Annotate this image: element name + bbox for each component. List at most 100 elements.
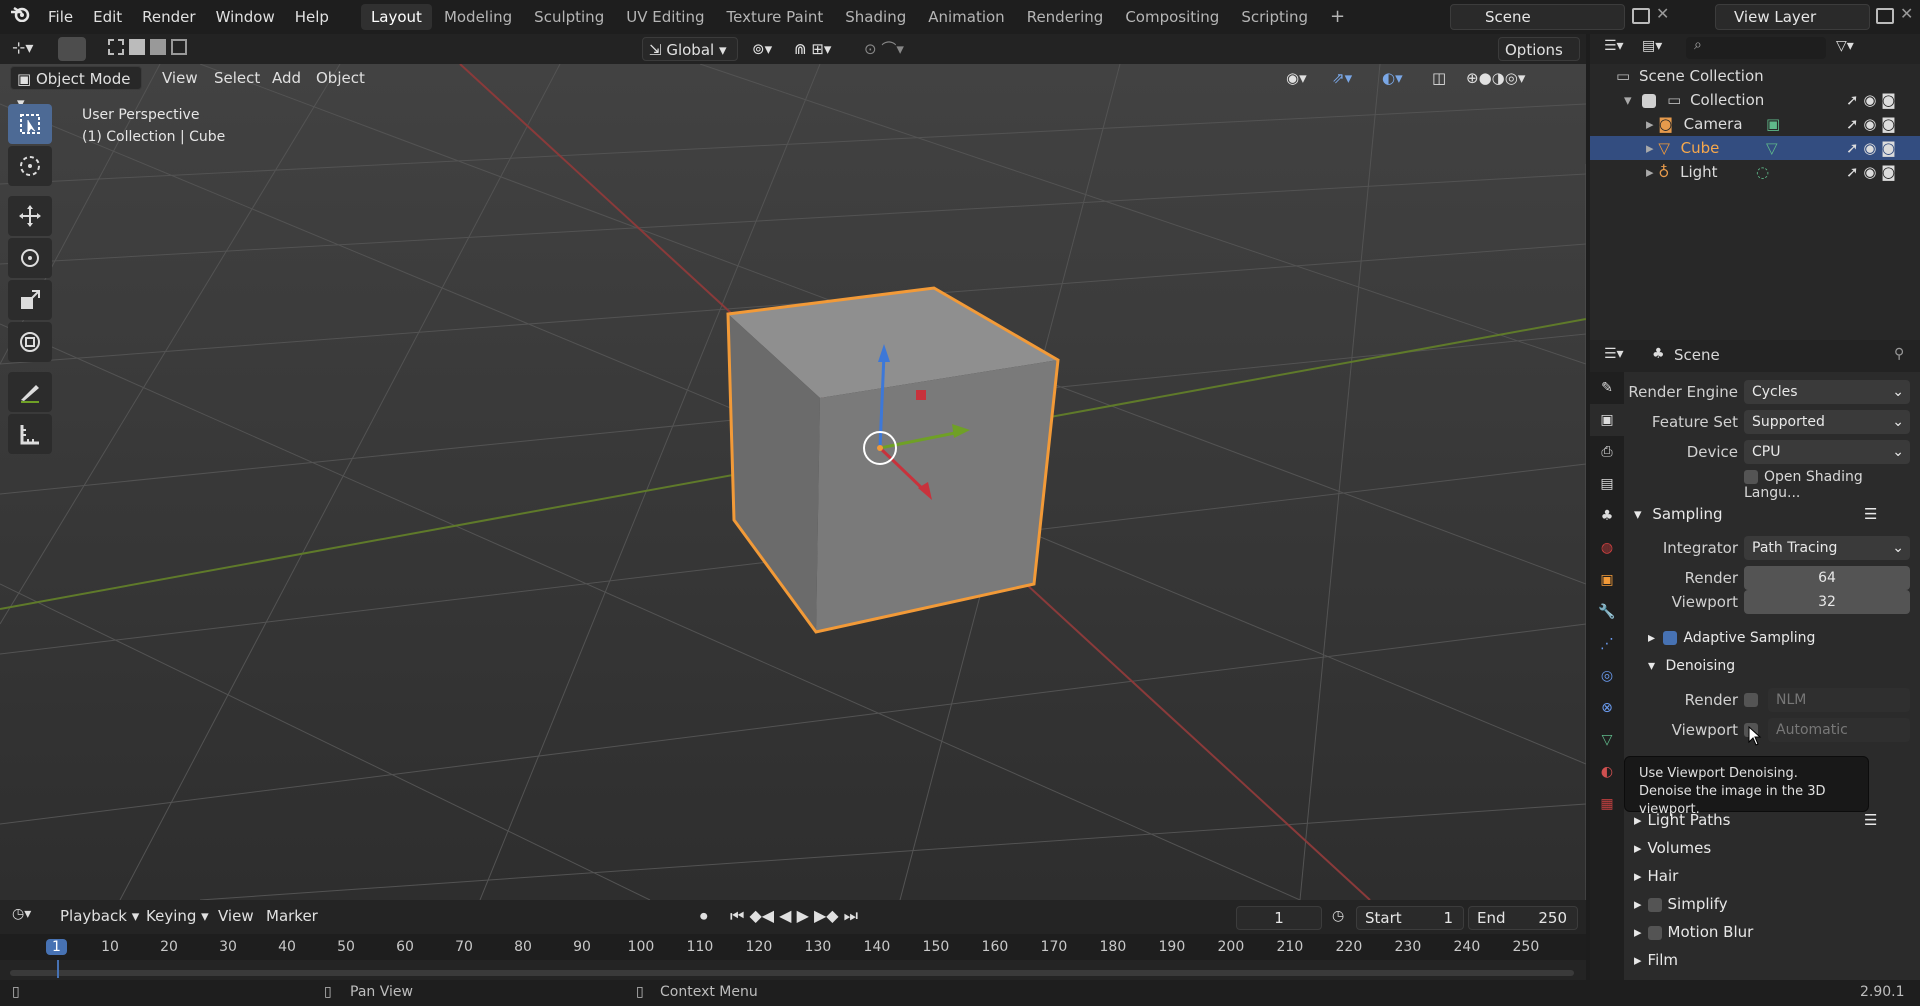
filter-icon[interactable]: ▽▾ bbox=[1836, 38, 1854, 54]
blender-logo-icon[interactable] bbox=[0, 0, 38, 34]
outliner-camera[interactable]: ▸ ◙ Camera ▣ ➚ ◉ ◙ bbox=[1590, 112, 1920, 136]
menu-help[interactable]: Help bbox=[285, 0, 339, 34]
presets-icon[interactable]: ☰ bbox=[1864, 806, 1877, 834]
volumes-panel-header[interactable]: ▸ Volumes bbox=[1624, 834, 1920, 862]
selection-mode-icons[interactable] bbox=[108, 39, 220, 59]
overlays-icon[interactable]: ◐▾ bbox=[1376, 66, 1409, 90]
physics-tab-icon[interactable]: ◎ bbox=[1590, 660, 1624, 692]
workspace-tab[interactable]: Scripting bbox=[1231, 4, 1318, 30]
transform-orientation-dropdown[interactable]: ⇲ Global ▾ bbox=[642, 37, 738, 61]
denoise-viewport-dropdown[interactable]: Automatic bbox=[1768, 718, 1910, 742]
light-paths-panel-header[interactable]: ▸ Light Paths ☰ bbox=[1624, 806, 1920, 834]
editor-type-icon[interactable]: ◷▾ bbox=[12, 906, 31, 922]
close-icon[interactable]: ✕ bbox=[1656, 4, 1669, 23]
shading-modes-icon[interactable]: ⊕●◑◎▾ bbox=[1460, 66, 1531, 90]
texture-tab-icon[interactable]: ▦ bbox=[1590, 788, 1624, 820]
playback-menu[interactable]: Playback ▾ bbox=[54, 904, 145, 928]
gizmo-toggle-icon[interactable]: ⇗▾ bbox=[1326, 66, 1358, 90]
denoise-render-dropdown[interactable]: NLM bbox=[1768, 688, 1910, 712]
options-dropdown[interactable]: Options ▾ bbox=[1498, 37, 1580, 83]
horizontal-scrollbar[interactable] bbox=[10, 970, 1574, 976]
measure-icon[interactable] bbox=[8, 414, 52, 454]
workspace-tab[interactable]: Layout bbox=[360, 4, 432, 30]
adaptive-sampling-subpanel[interactable]: ▸ Adaptive Sampling bbox=[1624, 624, 1920, 652]
clock-icon[interactable]: ◷ bbox=[1332, 908, 1344, 924]
3d-viewport[interactable]: User Perspective (1) Collection | Cube bbox=[0, 64, 1586, 900]
viewport-samples-field[interactable]: 32 bbox=[1744, 590, 1910, 614]
collection-checkbox[interactable] bbox=[1642, 93, 1657, 108]
particles-tab-icon[interactable]: ⋰ bbox=[1590, 628, 1624, 660]
proportional-edit-icon[interactable]: ⊙ ⌒▾ bbox=[858, 37, 910, 61]
outliner-scene-collection[interactable]: ▭ Scene Collection bbox=[1590, 64, 1920, 88]
denoising-subpanel[interactable]: ▾ Denoising bbox=[1624, 652, 1920, 680]
view-menu[interactable]: View bbox=[156, 66, 204, 90]
add-workspace-icon[interactable]: + bbox=[1320, 4, 1355, 30]
integrator-dropdown[interactable]: Path Tracing ⌄ bbox=[1744, 536, 1910, 560]
workspace-tab[interactable]: UV Editing bbox=[616, 4, 714, 30]
expand-icon[interactable]: ▸ bbox=[1646, 163, 1654, 181]
sampling-panel-header[interactable]: ▾ Sampling ☰ bbox=[1624, 500, 1920, 528]
mode-dropdown[interactable]: ▣ Object Mode ▾ bbox=[10, 66, 142, 112]
output-tab-icon[interactable]: ⎙ bbox=[1590, 436, 1624, 468]
modifier-tab-icon[interactable]: 🔧 bbox=[1590, 596, 1624, 628]
motion-blur-panel-header[interactable]: ▸ Motion Blur bbox=[1624, 918, 1920, 946]
outliner-collection[interactable]: ▾ ▭ Collection ➚ ◉ ◙ bbox=[1590, 88, 1920, 112]
end-frame-field[interactable]: End 250 bbox=[1468, 906, 1578, 930]
workspace-tab[interactable]: Rendering bbox=[1017, 4, 1114, 30]
timeline-view-menu[interactable]: View bbox=[212, 904, 260, 928]
select-box-icon[interactable] bbox=[8, 104, 52, 144]
cursor-icon[interactable] bbox=[8, 146, 52, 186]
simplify-checkbox[interactable] bbox=[1647, 897, 1662, 912]
hair-panel-header[interactable]: ▸ Hair bbox=[1624, 862, 1920, 890]
pin-icon[interactable]: ⚲ bbox=[1894, 346, 1904, 362]
workspace-tab[interactable]: Modeling bbox=[434, 4, 522, 30]
menu-render[interactable]: Render bbox=[132, 0, 205, 34]
editor-type-icon[interactable]: ☰▾ bbox=[1604, 38, 1624, 54]
data-tab-icon[interactable]: ▽ bbox=[1590, 724, 1624, 756]
device-dropdown[interactable]: CPU ⌄ bbox=[1744, 440, 1910, 464]
light-data-icon[interactable]: ◌ bbox=[1756, 160, 1769, 184]
world-tab-icon[interactable]: ◍ bbox=[1590, 532, 1624, 564]
render-tab-icon[interactable]: ▣ bbox=[1590, 404, 1624, 436]
mesh-data-icon[interactable]: ▽ bbox=[1766, 136, 1778, 160]
constraints-tab-icon[interactable]: ⊗ bbox=[1590, 692, 1624, 724]
material-tab-icon[interactable]: ◐ bbox=[1590, 756, 1624, 788]
presets-icon[interactable]: ☰ bbox=[1864, 500, 1877, 528]
osl-checkbox[interactable]: Open Shading Langu... bbox=[1744, 469, 1920, 501]
adaptive-sampling-checkbox[interactable] bbox=[1663, 631, 1678, 645]
film-panel-header[interactable]: ▸ Film bbox=[1624, 946, 1920, 974]
snap-icon[interactable]: ⋒ ⊞▾ bbox=[788, 37, 837, 61]
view-layer-tab-icon[interactable]: ▤ bbox=[1590, 468, 1624, 500]
editor-type-icon[interactable]: ☰▾ bbox=[1604, 346, 1624, 362]
render-samples-field[interactable]: 64 bbox=[1744, 566, 1910, 590]
scale-icon[interactable] bbox=[8, 280, 52, 320]
expand-icon[interactable]: ▾ bbox=[1624, 91, 1632, 109]
display-mode-icon[interactable]: ▤▾ bbox=[1642, 38, 1662, 54]
search-input[interactable]: ⌕ bbox=[1686, 37, 1826, 59]
render-engine-dropdown[interactable]: Cycles ⌄ bbox=[1744, 380, 1910, 404]
select-tool-icon[interactable] bbox=[58, 37, 86, 61]
playback-controls[interactable]: ⏮ ◆◀ ◀ ▶ ▶◆ ⏭ bbox=[724, 904, 864, 928]
menu-file[interactable]: File bbox=[38, 0, 83, 34]
editor-type-icon[interactable]: ⊹▾ bbox=[12, 38, 46, 60]
move-icon[interactable] bbox=[8, 196, 52, 236]
add-menu[interactable]: Add bbox=[266, 66, 307, 90]
scene-tab-icon[interactable]: ♣ bbox=[1590, 500, 1624, 532]
view-layer-selector[interactable]: View Layer bbox=[1715, 4, 1870, 30]
workspace-tab[interactable]: Shading bbox=[835, 4, 916, 30]
workspace-tab[interactable]: Compositing bbox=[1115, 4, 1229, 30]
object-tab-icon[interactable]: ▣ bbox=[1590, 564, 1624, 596]
workspace-tab[interactable]: Sculpting bbox=[524, 4, 614, 30]
scene-selector[interactable]: Scene bbox=[1450, 4, 1625, 30]
restrict-icons[interactable]: ➚ ◉ ◙ bbox=[1846, 88, 1896, 112]
visibility-icon[interactable]: ◉▾ bbox=[1280, 66, 1313, 90]
outliner-light[interactable]: ▸ ♁ Light ◌ ➚ ◉ ◙ bbox=[1590, 160, 1920, 184]
camera-data-icon[interactable]: ▣ bbox=[1766, 112, 1780, 136]
xray-icon[interactable]: ◫ bbox=[1426, 66, 1452, 90]
object-menu[interactable]: Object bbox=[310, 66, 371, 90]
restrict-icons[interactable]: ➚ ◉ ◙ bbox=[1846, 112, 1896, 136]
workspace-tab[interactable]: Texture Paint bbox=[716, 4, 833, 30]
close-icon[interactable]: ✕ bbox=[1900, 4, 1913, 23]
keying-menu[interactable]: Keying ▾ bbox=[140, 904, 215, 928]
menu-edit[interactable]: Edit bbox=[83, 0, 132, 34]
